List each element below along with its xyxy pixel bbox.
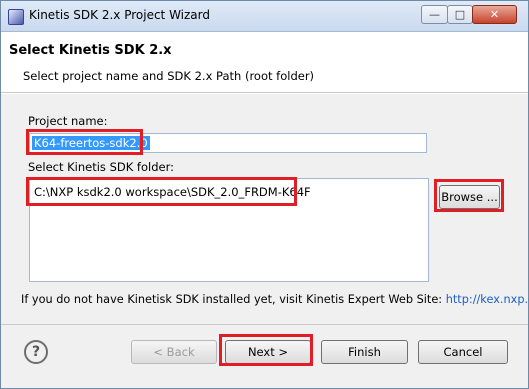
header-divider (1, 92, 528, 93)
project-name-label: Project name: (28, 114, 108, 128)
next-button[interactable]: Next > (225, 340, 311, 364)
sdk-folder-value: C:\NXP ksdk2.0 workspace\SDK_2.0_FRDM-K6… (34, 185, 311, 199)
info-text: If you do not have Kinetisk SDK installe… (21, 293, 446, 306)
back-button[interactable]: < Back (131, 340, 217, 364)
sdk-folder-field[interactable]: C:\NXP ksdk2.0 workspace\SDK_2.0_FRDM-K6… (29, 178, 429, 282)
page-subtitle: Select project name and SDK 2.x Path (ro… (23, 69, 315, 83)
cancel-button[interactable]: Cancel (418, 340, 508, 364)
sdk-folder-label: Select Kinetis SDK folder: (28, 160, 174, 174)
info-message: If you do not have Kinetisk SDK installe… (21, 293, 529, 306)
wizard-header: Select Kinetis SDK 2.x Select project na… (1, 32, 528, 92)
page-title: Select Kinetis SDK 2.x (9, 43, 172, 58)
wizard-window: Kinetis SDK 2.x Project Wizard — □ ✕ Sel… (0, 0, 529, 389)
kex-link[interactable]: http://kex.nxp.com (446, 293, 529, 306)
help-icon[interactable]: ? (24, 340, 48, 364)
window-title: Kinetis SDK 2.x Project Wizard (29, 8, 211, 22)
title-bar[interactable]: Kinetis SDK 2.x Project Wizard — □ ✕ (1, 1, 528, 32)
minimize-button[interactable]: — (421, 5, 448, 24)
project-name-input[interactable]: K64-freertos-sdk2.0 (29, 133, 427, 153)
finish-button[interactable]: Finish (321, 340, 408, 364)
project-name-value: K64-freertos-sdk2.0 (32, 136, 150, 150)
close-button[interactable]: ✕ (472, 5, 517, 24)
maximize-button[interactable]: □ (447, 5, 473, 24)
browse-button[interactable]: Browse ... (439, 185, 500, 209)
app-icon (8, 9, 24, 25)
